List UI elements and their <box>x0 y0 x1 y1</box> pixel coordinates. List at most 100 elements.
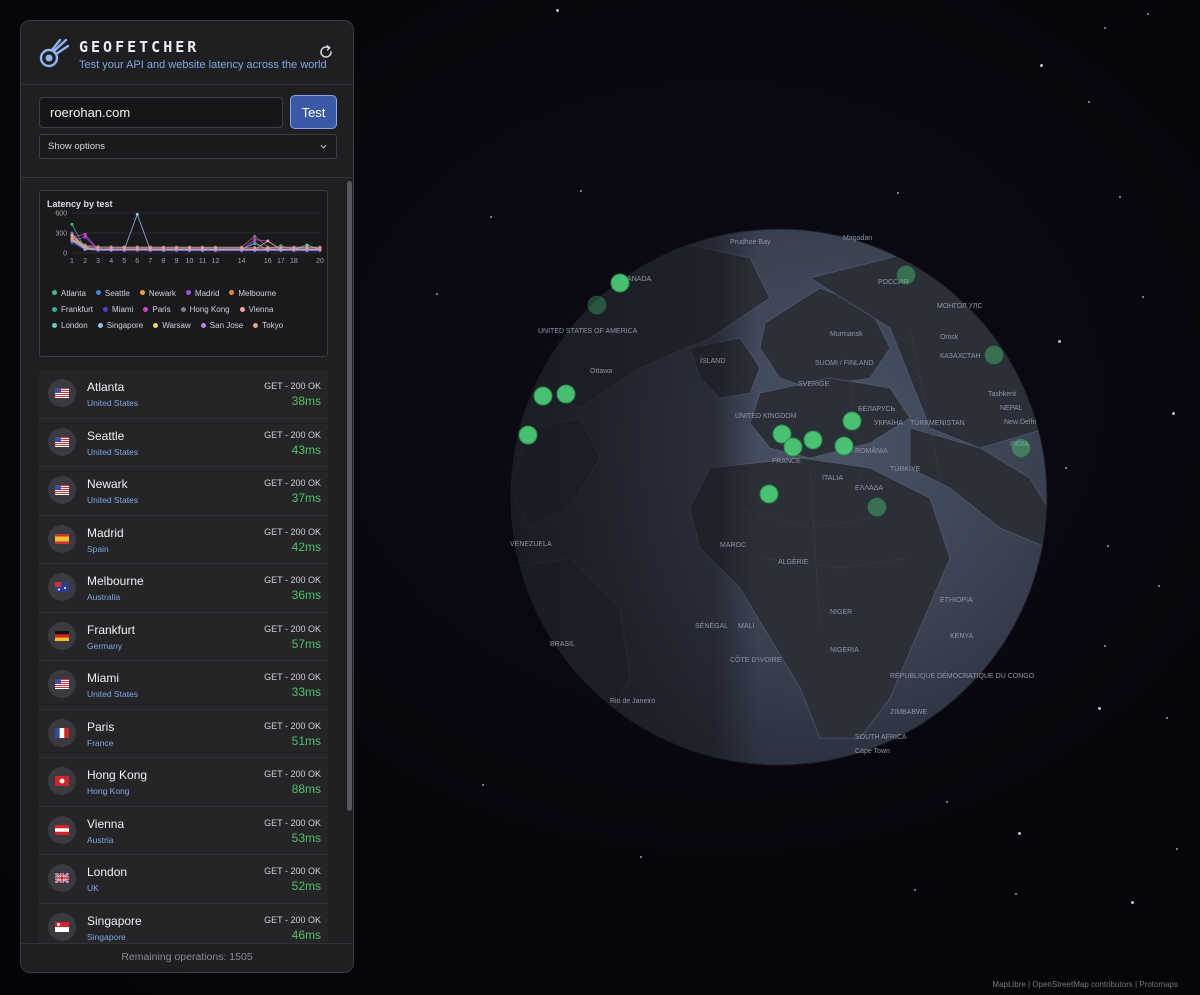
location-marker[interactable] <box>896 265 916 285</box>
flag-us-icon <box>55 485 69 495</box>
legend-swatch <box>52 306 57 312</box>
legend-label: San Jose <box>209 321 244 331</box>
legend-item[interactable]: San Jose <box>200 318 244 334</box>
map-label: ALGÉRIE <box>778 557 809 566</box>
star <box>1119 196 1121 198</box>
map-label: SVERIGE <box>798 381 829 388</box>
result-latency: 42ms <box>291 539 321 554</box>
chart-legend: Atlanta Seattle Newark Madrid Melbourne Frank… <box>52 286 322 335</box>
x-tick-label: 7 <box>148 258 152 265</box>
legend-item[interactable]: Frankfurt <box>52 302 93 318</box>
result-row-vienna[interactable]: Vienna Austria GET - 200 OK 53ms <box>39 806 328 855</box>
map-label: New Delhi <box>1004 419 1036 426</box>
result-latency: 88ms <box>291 782 321 796</box>
map-label: FRANCE <box>772 458 801 465</box>
legend-item[interactable]: Singapore <box>97 318 143 334</box>
result-status: GET - 200 OK <box>264 478 321 488</box>
legend-item[interactable]: Vienna <box>239 302 273 318</box>
flag-au-icon <box>55 582 69 592</box>
test-button[interactable]: Test <box>290 95 337 129</box>
location-marker[interactable] <box>834 436 854 456</box>
map-label: BRASIL <box>550 641 575 648</box>
result-row-melbourne[interactable]: Melbourne Australia GET - 200 OK 36ms <box>39 564 328 613</box>
result-latency: 37ms <box>291 491 321 505</box>
star <box>1058 340 1061 343</box>
location-marker[interactable] <box>533 386 553 406</box>
location-marker[interactable] <box>759 484 779 504</box>
map-label: CÔTE D'IVOIRE <box>730 655 782 664</box>
location-marker[interactable] <box>556 384 576 404</box>
location-marker[interactable] <box>610 273 630 293</box>
flag-badge <box>48 912 76 941</box>
legend-item[interactable]: Melbourne <box>229 286 276 302</box>
location-marker[interactable] <box>842 411 862 431</box>
refresh-icon[interactable] <box>317 43 335 61</box>
result-status: GET - 200 OK <box>264 817 321 828</box>
result-status: GET - 200 OK <box>264 526 321 537</box>
show-options-select[interactable]: Show options <box>39 134 337 159</box>
map-label: SUOMI / FINLAND <box>815 360 874 367</box>
flag-badge <box>48 767 76 795</box>
legend-item[interactable]: Miami <box>103 302 133 318</box>
legend-item[interactable]: Tokyo <box>253 318 283 334</box>
y-tick-label: 0 <box>63 251 67 258</box>
legend-label: Miami <box>112 305 134 315</box>
flag-badge <box>48 524 76 553</box>
legend-item[interactable]: Hong Kong <box>180 302 230 318</box>
legend-swatch <box>97 322 103 328</box>
url-input[interactable] <box>39 97 283 128</box>
location-marker[interactable] <box>1011 438 1031 458</box>
result-status: GET - 200 OK <box>264 769 321 779</box>
legend-swatch <box>253 322 259 328</box>
legend-item[interactable]: London <box>52 318 88 334</box>
legend-item[interactable]: Seattle <box>95 286 130 302</box>
star <box>897 192 899 194</box>
location-marker[interactable] <box>867 497 887 517</box>
location-marker[interactable] <box>518 425 538 445</box>
star <box>1166 717 1168 719</box>
map-label: UNITED KINGDOM <box>735 413 797 420</box>
data-point <box>253 246 257 250</box>
x-tick-label: 14 <box>238 258 246 265</box>
result-status: GET - 200 OK <box>264 720 321 731</box>
result-city: Frankfurt <box>87 622 136 637</box>
result-row-london[interactable]: London UK GET - 200 OK 52ms <box>39 855 328 904</box>
result-latency: 52ms <box>291 879 321 893</box>
location-marker[interactable] <box>984 345 1004 365</box>
scrollbar[interactable] <box>347 181 352 811</box>
result-row-seattle[interactable]: Seattle United States GET - 200 OK 43ms <box>39 418 328 467</box>
result-city: Hong Kong <box>87 768 148 782</box>
location-marker[interactable] <box>803 430 823 450</box>
result-row-newark[interactable]: Newark United States GET - 200 OK 37ms <box>39 467 328 516</box>
star <box>490 216 492 218</box>
star <box>580 190 582 192</box>
map-label: Murmansk <box>830 331 863 338</box>
location-marker[interactable] <box>587 295 607 315</box>
result-row-frankfurt[interactable]: Frankfurt Germany GET - 200 OK 57ms <box>39 612 328 661</box>
legend-item[interactable]: Newark <box>139 286 176 302</box>
legend-item[interactable]: Madrid <box>185 286 219 302</box>
result-row-hong-kong[interactable]: Hong Kong Hong Kong GET - 200 OK 88ms <box>39 758 328 807</box>
map-label: ÍSLAND <box>700 356 725 365</box>
map-label: ETHIOPIA <box>940 597 973 604</box>
result-city: Paris <box>87 719 115 734</box>
result-row-madrid[interactable]: Madrid Spain GET - 200 OK 42ms <box>39 515 328 564</box>
legend-swatch <box>239 306 245 312</box>
result-latency: 53ms <box>291 830 321 845</box>
legend-item[interactable]: Paris <box>143 302 171 318</box>
map-attribution[interactable]: MapLibre | OpenStreetMap contributors | … <box>992 980 1178 989</box>
data-point <box>305 243 309 247</box>
legend-item[interactable]: Atlanta <box>52 286 86 302</box>
star <box>1172 412 1175 415</box>
result-country: United States <box>87 689 139 699</box>
legend-swatch <box>143 306 149 312</box>
location-marker[interactable] <box>783 437 803 457</box>
result-row-atlanta[interactable]: Atlanta United States GET - 200 OK 38ms <box>39 370 328 419</box>
result-row-paris[interactable]: Paris France GET - 200 OK 51ms <box>39 709 328 758</box>
world-globe[interactable]: CANADAUNITED STATES OF AMERICAOttawaÍSLA… <box>510 228 1048 766</box>
flag-at-icon <box>55 824 69 835</box>
flag-badge <box>48 476 76 504</box>
x-tick-label: 11 <box>199 258 206 265</box>
legend-item[interactable]: Warsaw <box>153 318 191 334</box>
result-row-miami[interactable]: Miami United States GET - 200 OK 33ms <box>39 661 328 710</box>
